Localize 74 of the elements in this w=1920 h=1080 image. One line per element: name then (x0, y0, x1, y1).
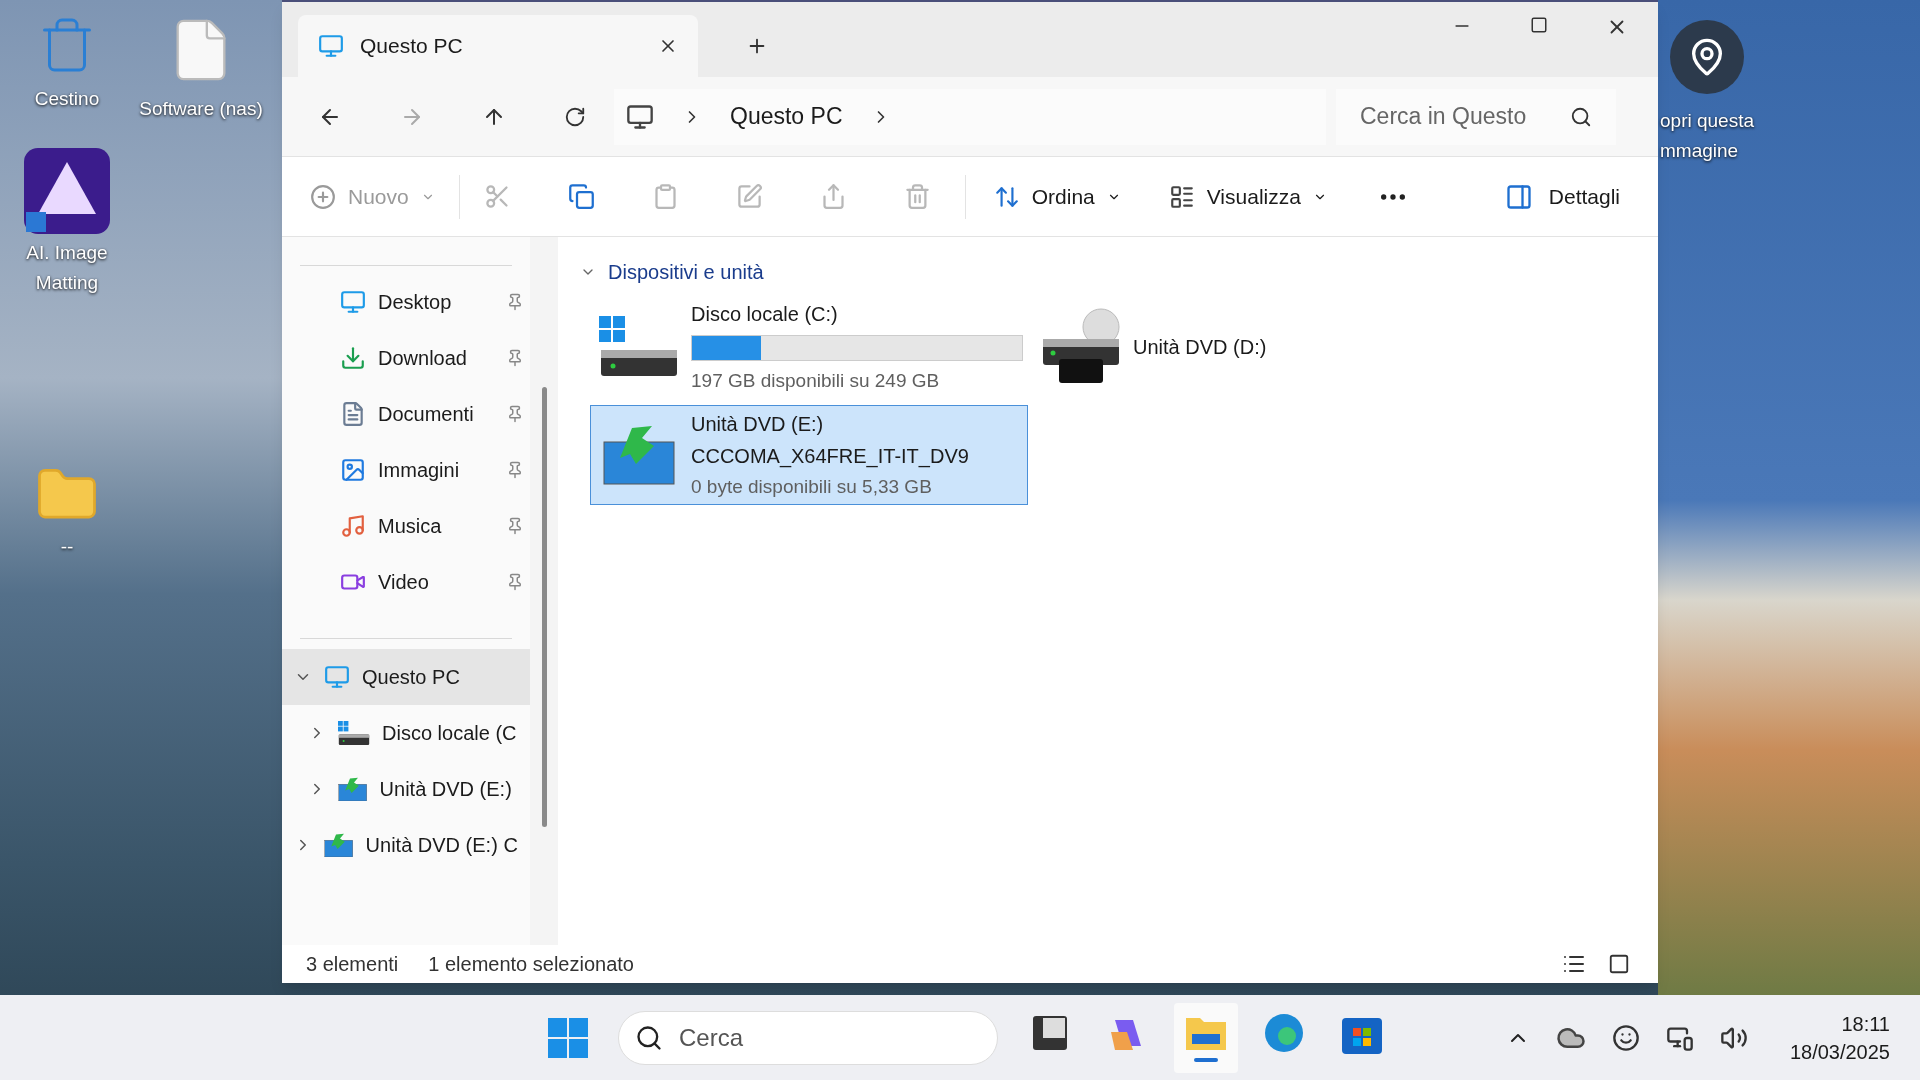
location-widget-text: mmagine (1660, 139, 1739, 163)
taskbar-search-field[interactable]: Cerca (618, 1010, 998, 1065)
drive-tile[interactable]: Unità DVD (D:) (1032, 297, 1470, 397)
document-icon (340, 401, 366, 427)
details-pane-icon (1504, 182, 1533, 211)
pin-icon (506, 461, 524, 479)
sidebar-item[interactable]: Download (282, 330, 530, 386)
start-icon[interactable] (548, 1017, 588, 1058)
browser-icon (1263, 1011, 1305, 1054)
tree-item[interactable]: Unità DVD (E:) (282, 761, 530, 817)
search-icon (1570, 105, 1592, 128)
tree-item[interactable]: Unità DVD (E:) C (282, 817, 530, 873)
drive-tile[interactable]: Unità DVD (E:) CCCOMA_X64FRE_IT-IT_DV9 0 byte disponibili su 5,33 GB (590, 405, 1028, 505)
copy-icon[interactable] (567, 183, 595, 210)
drive-name: Disco locale (C:) (691, 301, 839, 327)
sidebar-item[interactable]: Desktop (282, 274, 530, 330)
group-header[interactable]: Dispositivi e unità (580, 257, 1658, 287)
pin-icon (506, 573, 524, 591)
details-button[interactable]: Dettagli (1504, 180, 1620, 213)
clock[interactable]: 18:11 18/03/2025 (1789, 1009, 1890, 1066)
address-bar[interactable]: Questo PC (614, 88, 1326, 145)
pin-icon (506, 517, 524, 535)
plus-icon (310, 183, 336, 210)
dvd-media-icon (602, 424, 676, 486)
scrollbar-thumb[interactable] (541, 387, 547, 827)
taskbar-app[interactable] (1174, 1002, 1238, 1073)
desktop-icon-label[interactable]: -- (60, 532, 74, 562)
breadcrumb-item[interactable]: Questo PC (730, 99, 843, 134)
window-tab[interactable]: Questo PC (298, 15, 698, 77)
dvd-media-icon (338, 776, 368, 802)
location-widget-text: opri questa (1660, 109, 1754, 133)
tree-item[interactable]: Questo PC (282, 649, 530, 705)
view-button[interactable]: Visualizza (1168, 180, 1327, 213)
drive-icon (338, 720, 370, 746)
terminal-icon (1033, 1015, 1067, 1050)
tree-label: Disco locale (C (382, 721, 517, 746)
music-icon (340, 513, 366, 539)
download-icon (340, 345, 366, 371)
search-icon (635, 1023, 663, 1052)
volume-label: CCCOMA_X64FRE_IT-IT_DV9 (691, 443, 970, 470)
view-icon (1168, 183, 1195, 210)
pin-icon (506, 405, 524, 423)
drive-caption: 0 byte disponibili su 5,33 GB (691, 474, 933, 499)
drive-name: Unità DVD (D:) (1133, 335, 1268, 360)
sidebar-item[interactable]: Video (282, 554, 530, 610)
search-field[interactable]: Cerca in Questo (1336, 88, 1616, 145)
pin-icon (506, 349, 524, 367)
tree-label: Unità DVD (E:) C (365, 833, 518, 858)
drive-tile[interactable]: Disco locale (C:) 197 GB disponibili su 249 GB (590, 297, 1028, 397)
status-text: 1 elemento selezionato (428, 952, 634, 977)
tiles-view-icon[interactable] (1608, 953, 1630, 975)
tree-item[interactable]: Disco locale (C (282, 705, 530, 761)
emoji-icon[interactable] (1611, 1023, 1640, 1052)
pin-icon (506, 293, 524, 311)
tree-label: Unità DVD (E:) (379, 777, 512, 802)
app-icon (24, 148, 110, 234)
tab-title: Questo PC (360, 33, 464, 60)
sort-button[interactable]: Ordina (993, 180, 1121, 213)
drive-name: Unità DVD (E:) (691, 411, 825, 437)
status-text: 3 elementi (306, 952, 399, 977)
drive-caption: 197 GB disponibili su 249 GB (691, 368, 941, 393)
image-icon (340, 457, 366, 483)
computer-icon (324, 664, 350, 690)
sidebar-item[interactable]: Documenti (282, 386, 530, 442)
tree-label: Questo PC (362, 665, 460, 690)
maximize-icon[interactable] (1530, 16, 1548, 34)
dvd-media-icon (324, 832, 354, 858)
computer-icon (626, 102, 654, 131)
sidebar-item[interactable]: Musica (282, 498, 530, 554)
desktop-icon (340, 289, 366, 315)
sidebar-item[interactable]: Immagini (282, 442, 530, 498)
refresh-icon[interactable] (564, 105, 586, 128)
drive-icon (599, 316, 679, 378)
computer-icon (318, 33, 344, 59)
